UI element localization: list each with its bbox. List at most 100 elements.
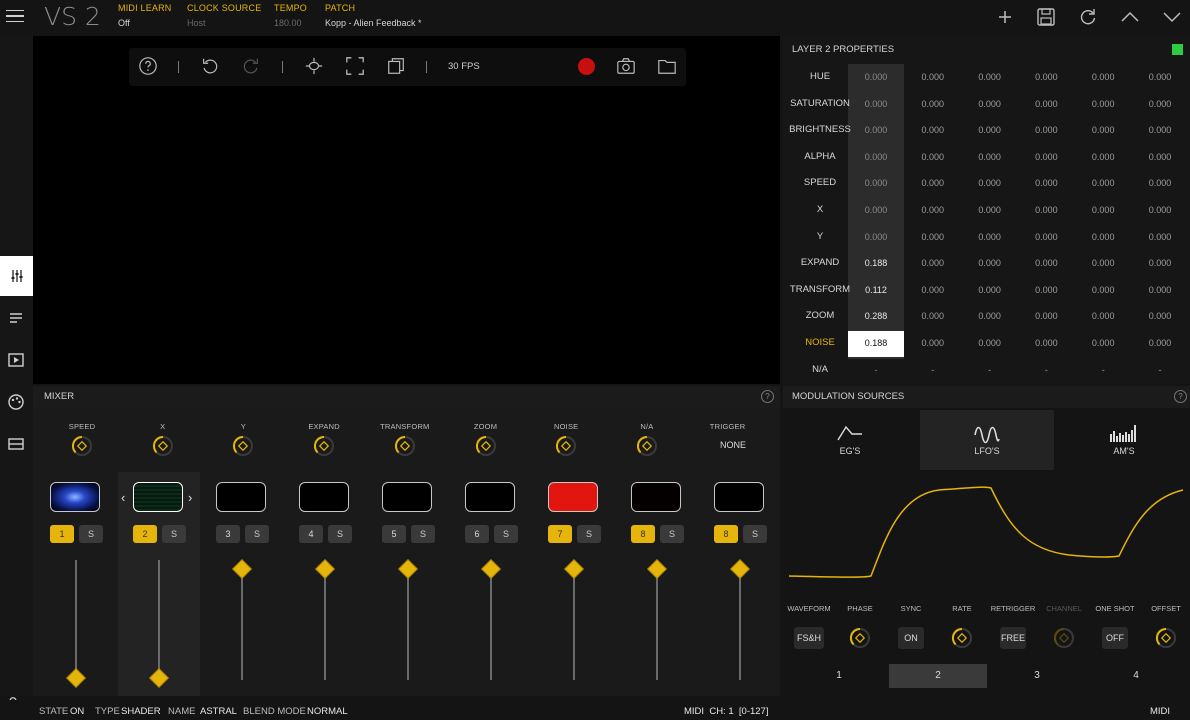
- property-value-cell[interactable]: 0.000: [905, 224, 961, 250]
- property-value-cell[interactable]: 0.000: [962, 144, 1018, 170]
- property-value-cell[interactable]: 0.000: [1018, 144, 1074, 170]
- property-value-cell[interactable]: 0.000: [848, 117, 904, 143]
- undo-icon[interactable]: [199, 56, 221, 76]
- hamburger-menu-icon[interactable]: [2, 2, 28, 30]
- camera-icon[interactable]: [615, 56, 637, 76]
- property-value-cell[interactable]: 0.000: [848, 170, 904, 196]
- mixer-help-icon[interactable]: ?: [761, 390, 774, 403]
- property-value-cell[interactable]: -: [1075, 357, 1131, 383]
- channel-number-button[interactable]: 8: [714, 525, 738, 543]
- property-value-cell[interactable]: 0.000: [1018, 91, 1074, 117]
- property-value-cell[interactable]: 0.000: [905, 64, 961, 90]
- mod-control-knob[interactable]: [849, 627, 871, 649]
- mixer-param-knob[interactable]: [313, 435, 335, 457]
- property-value-cell[interactable]: 0.000: [962, 250, 1018, 276]
- property-value-cell[interactable]: 0.000: [905, 250, 961, 276]
- layer-thumbnail[interactable]: [714, 482, 764, 512]
- property-value-cell[interactable]: 0.000: [905, 303, 961, 329]
- layer-thumbnail[interactable]: [465, 482, 515, 512]
- list-icon[interactable]: [4, 306, 28, 330]
- property-value-cell[interactable]: 0.188: [848, 250, 904, 276]
- mod-control-value[interactable]: FREE: [1000, 627, 1026, 649]
- property-value-cell[interactable]: 0.000: [1018, 170, 1074, 196]
- solo-button[interactable]: S: [162, 525, 186, 543]
- fader-track[interactable]: [158, 560, 160, 680]
- property-value-cell[interactable]: 0.000: [1132, 91, 1188, 117]
- mixer-param-knob[interactable]: [636, 435, 658, 457]
- fader-track[interactable]: [75, 560, 77, 680]
- property-value-cell[interactable]: 0.000: [1132, 303, 1188, 329]
- center-icon[interactable]: [303, 56, 325, 76]
- property-value-cell[interactable]: 0.000: [905, 197, 961, 223]
- tab-egs[interactable]: EG'S: [783, 410, 917, 470]
- mod-page-tab[interactable]: 1: [790, 664, 888, 688]
- solo-button[interactable]: S: [328, 525, 352, 543]
- solo-button[interactable]: S: [660, 525, 684, 543]
- property-value-cell[interactable]: 0.000: [962, 224, 1018, 250]
- tab-ams[interactable]: AM'S: [1057, 410, 1190, 470]
- property-value-cell[interactable]: 0.000: [1018, 330, 1074, 356]
- property-value-cell[interactable]: 0.000: [1018, 250, 1074, 276]
- property-value-cell[interactable]: -: [848, 357, 904, 383]
- reload-icon[interactable]: [1077, 7, 1099, 27]
- modulation-help-icon[interactable]: ?: [1174, 390, 1187, 403]
- play-icon[interactable]: [4, 348, 28, 372]
- mixer-param-knob[interactable]: [394, 435, 416, 457]
- mod-control-value[interactable]: FS&H: [794, 627, 824, 649]
- solo-button[interactable]: S: [411, 525, 435, 543]
- channel-number-button[interactable]: 7: [548, 525, 572, 543]
- property-value-cell[interactable]: 0.000: [1132, 197, 1188, 223]
- property-value-cell[interactable]: 0.000: [848, 144, 904, 170]
- property-value-cell[interactable]: 0.000: [1075, 144, 1131, 170]
- property-value-cell[interactable]: -: [962, 357, 1018, 383]
- property-value-cell[interactable]: 0.000: [1075, 117, 1131, 143]
- solo-button[interactable]: S: [494, 525, 518, 543]
- tab-lfos[interactable]: LFO'S: [920, 410, 1054, 470]
- solo-button[interactable]: S: [577, 525, 601, 543]
- property-value-cell[interactable]: 0.000: [1075, 250, 1131, 276]
- property-value-cell[interactable]: 0.000: [905, 91, 961, 117]
- property-value-cell[interactable]: 0.000: [962, 117, 1018, 143]
- channel-number-button[interactable]: 6: [465, 525, 489, 543]
- solo-button[interactable]: S: [245, 525, 269, 543]
- property-value-cell[interactable]: 0.000: [848, 224, 904, 250]
- property-value-cell[interactable]: 0.000: [848, 91, 904, 117]
- mod-page-tab[interactable]: 4: [1087, 664, 1185, 688]
- property-value-cell[interactable]: 0.000: [1075, 197, 1131, 223]
- mod-control-knob[interactable]: [1155, 627, 1177, 649]
- property-value-cell[interactable]: 0.000: [905, 277, 961, 303]
- property-value-cell[interactable]: 0.000: [1132, 144, 1188, 170]
- property-value-cell[interactable]: 0.000: [1018, 64, 1074, 90]
- palette-icon[interactable]: [4, 390, 28, 414]
- property-value-cell[interactable]: 0.000: [905, 117, 961, 143]
- layer-thumbnail[interactable]: [382, 482, 432, 512]
- property-value-cell[interactable]: 0.000: [1075, 170, 1131, 196]
- tempo-control[interactable]: TEMPO 180.00: [274, 3, 307, 33]
- property-value-cell[interactable]: 0.112: [848, 277, 904, 303]
- sliders-icon[interactable]: [0, 256, 33, 296]
- solo-button[interactable]: S: [743, 525, 767, 543]
- property-value-cell[interactable]: 0.000: [962, 303, 1018, 329]
- property-value-cell[interactable]: 0.000: [962, 197, 1018, 223]
- property-value-cell[interactable]: 0.000: [1075, 64, 1131, 90]
- property-value-cell[interactable]: 0.000: [962, 170, 1018, 196]
- mod-page-tab[interactable]: 3: [988, 664, 1086, 688]
- fullscreen-icon[interactable]: [344, 56, 366, 76]
- channel-number-button[interactable]: 8: [631, 525, 655, 543]
- mod-control-value[interactable]: OFF: [1102, 627, 1128, 649]
- channel-number-button[interactable]: 1: [50, 525, 74, 543]
- property-value-cell[interactable]: 0.000: [962, 91, 1018, 117]
- property-value-cell[interactable]: 0.000: [1132, 64, 1188, 90]
- property-value-cell[interactable]: 0.000: [848, 64, 904, 90]
- layer-thumbnail[interactable]: [631, 482, 681, 512]
- folder-icon[interactable]: [656, 56, 678, 76]
- property-value-cell[interactable]: 0.000: [1018, 117, 1074, 143]
- property-value-cell[interactable]: 0.188: [848, 330, 904, 356]
- layer-thumbnail[interactable]: [50, 482, 100, 512]
- plus-icon[interactable]: [994, 7, 1016, 27]
- property-value-cell[interactable]: 0.000: [1018, 303, 1074, 329]
- mod-page-tab[interactable]: 2: [889, 664, 987, 688]
- trigger-value[interactable]: NONE: [710, 440, 756, 450]
- mod-control-knob[interactable]: [1053, 627, 1075, 649]
- mod-control-value[interactable]: ON: [898, 627, 924, 649]
